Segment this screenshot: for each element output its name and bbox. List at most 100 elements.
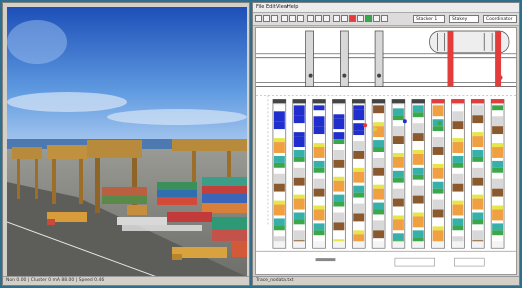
container-slot <box>313 172 325 179</box>
container-slot <box>333 150 345 160</box>
active-bay-marker <box>447 30 454 87</box>
container-slot <box>452 225 464 231</box>
status-bar: Non 0.00 | Cluster 0 mA 88.00 | Speed 0.… <box>3 276 249 285</box>
container-slot <box>452 215 464 219</box>
container-slot <box>452 230 464 237</box>
container-slot <box>412 123 424 134</box>
container-slot <box>432 105 444 117</box>
stacker-select[interactable]: Stacker 1 <box>413 15 445 23</box>
container-slot <box>373 157 385 168</box>
bay-header <box>332 99 346 104</box>
container-slot <box>333 176 345 181</box>
container-slot <box>432 193 444 200</box>
container-slot <box>313 157 325 161</box>
container-slot <box>293 123 305 133</box>
container-slot <box>432 230 444 242</box>
container-slot <box>293 136 305 148</box>
container-slot <box>273 129 285 139</box>
container-slot <box>373 167 385 176</box>
step-icon[interactable] <box>373 15 380 22</box>
container-slot <box>333 191 345 195</box>
green-flag-icon[interactable] <box>365 15 372 22</box>
container-slot <box>472 132 484 137</box>
container-slot <box>492 110 504 117</box>
container-slot <box>373 230 385 239</box>
redo-icon[interactable] <box>315 15 322 22</box>
container-slot <box>472 161 484 168</box>
container-slot <box>412 227 424 231</box>
container-slot <box>412 141 424 151</box>
menu-help[interactable]: Help <box>287 4 298 10</box>
container-slot <box>492 160 504 168</box>
container-slot <box>392 206 404 216</box>
container-slot <box>392 170 404 178</box>
container-slot <box>333 212 345 223</box>
container-slot <box>452 129 464 139</box>
coordinator-select[interactable]: Coordinator <box>483 15 517 23</box>
container-slot <box>472 219 484 225</box>
container-slot <box>392 126 404 137</box>
mode-select[interactable]: Stakey <box>449 15 479 23</box>
print-icon[interactable] <box>323 15 330 22</box>
container-slot <box>492 205 504 210</box>
bay-header <box>491 99 505 104</box>
container-slot <box>392 177 404 183</box>
zoom-icon[interactable] <box>333 15 340 22</box>
bay-columns <box>272 99 505 249</box>
container-slot <box>353 141 365 151</box>
container-slot <box>273 142 285 153</box>
cloud <box>7 20 67 64</box>
settings-icon[interactable] <box>381 15 388 22</box>
container-slot <box>452 204 464 216</box>
container-slot <box>432 167 444 179</box>
container-slot <box>293 177 305 186</box>
menu-bar: File Edit View Help <box>253 3 519 13</box>
container-slot <box>353 167 365 172</box>
undo-icon[interactable] <box>307 15 314 22</box>
copy-icon[interactable] <box>289 15 296 22</box>
container-slot <box>273 183 285 192</box>
container-slot <box>313 178 325 189</box>
paste-icon[interactable] <box>297 15 304 22</box>
menu-file[interactable]: File <box>256 4 264 10</box>
stop-icon[interactable] <box>357 15 364 22</box>
container-slot <box>313 235 325 242</box>
red-flag-icon[interactable] <box>349 15 356 22</box>
container-slot <box>412 164 424 168</box>
container-slot <box>392 120 404 127</box>
menu-edit[interactable]: Edit <box>266 4 276 10</box>
cloud <box>107 109 247 125</box>
save-icon[interactable] <box>271 15 278 22</box>
container-slot <box>392 240 404 242</box>
container-slot <box>432 217 444 227</box>
container-slot <box>313 223 325 231</box>
container-slot <box>273 173 285 184</box>
container-slot <box>333 239 345 242</box>
container-slot <box>492 220 504 224</box>
container-slot <box>333 194 345 202</box>
container-slot <box>333 206 345 213</box>
container-slot <box>353 203 365 214</box>
container-slot <box>313 126 325 135</box>
container-slot <box>353 230 365 235</box>
container-slot <box>492 147 504 158</box>
container-slot <box>412 185 424 196</box>
open-icon[interactable] <box>263 15 270 22</box>
new-file-icon[interactable] <box>255 15 262 22</box>
play-icon[interactable] <box>341 15 348 22</box>
container-slot <box>313 209 325 221</box>
container-slot <box>392 115 404 121</box>
container-slot <box>392 136 404 145</box>
stacker-block-diagram[interactable] <box>255 27 517 275</box>
container-slot <box>313 167 325 173</box>
container-slot <box>273 111 285 122</box>
container-slot <box>392 152 404 157</box>
container-slot <box>333 180 345 192</box>
marker-dot <box>402 119 407 124</box>
cut-icon[interactable] <box>281 15 288 22</box>
container-terminal-3d-view[interactable] <box>7 7 247 277</box>
container-slot <box>452 111 464 122</box>
container-slot <box>452 191 464 201</box>
status-dot <box>497 75 503 81</box>
container-slot <box>293 115 305 124</box>
